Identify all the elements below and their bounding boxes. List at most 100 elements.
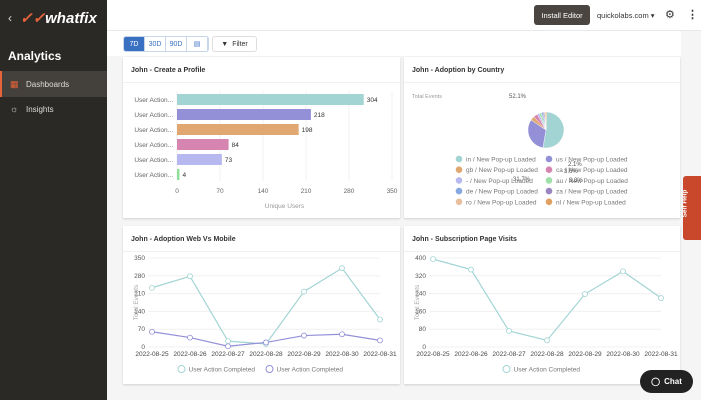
pie-data-label: 52.1% bbox=[509, 94, 527, 100]
legend-swatch bbox=[455, 187, 463, 195]
bar-value-label: 4 bbox=[182, 172, 186, 179]
data-point bbox=[506, 328, 512, 334]
date-range-selector: 7D 30D 90D ▤ bbox=[123, 36, 209, 52]
legend-label: User Action Completed bbox=[514, 367, 581, 374]
sidebar-item-label: Dashboards bbox=[26, 79, 70, 89]
back-icon[interactable]: ‹ bbox=[8, 11, 12, 25]
legend-label: us / New Pop-up Loaded bbox=[556, 157, 628, 164]
data-point bbox=[377, 316, 383, 323]
data-point bbox=[187, 273, 193, 280]
data-point bbox=[339, 331, 345, 338]
dashboard-icon: ▦ bbox=[10, 78, 19, 89]
bar bbox=[177, 124, 299, 135]
data-point bbox=[187, 334, 193, 341]
y-tick-label: 0 bbox=[422, 344, 426, 351]
legend-swatch bbox=[502, 365, 511, 373]
category-label: User Action... bbox=[134, 97, 173, 104]
range-7d[interactable]: 7D bbox=[124, 37, 145, 51]
section-title: Analytics bbox=[8, 49, 62, 63]
y-tick-label: 320 bbox=[415, 273, 426, 280]
y-tick-label: 350 bbox=[134, 255, 145, 262]
filter-label: Filter bbox=[232, 40, 248, 48]
logo-text: whatfix bbox=[45, 10, 97, 27]
self-help-label: Self Help bbox=[681, 189, 689, 218]
install-editor-button[interactable]: Install Editor bbox=[534, 5, 590, 25]
self-help-tab[interactable]: Self Help bbox=[681, 176, 701, 240]
filter-button[interactable]: ▼ Filter bbox=[212, 36, 257, 52]
bar bbox=[177, 109, 311, 120]
gear-icon[interactable]: ⚙ bbox=[665, 8, 675, 21]
legend-swatch bbox=[545, 155, 553, 163]
data-point bbox=[149, 284, 155, 291]
x-tick-label: 2022-08-28 bbox=[249, 351, 283, 358]
y-tick-label: 80 bbox=[419, 326, 427, 333]
x-tick-label: 280 bbox=[344, 188, 355, 195]
y-tick-label: 400 bbox=[415, 255, 426, 262]
legend-label: User Action Completed bbox=[189, 367, 256, 374]
legend-swatch bbox=[455, 166, 463, 173]
calendar-icon[interactable]: ▤ bbox=[187, 37, 208, 51]
category-label: User Action... bbox=[134, 142, 173, 149]
card-title: John - Subscription Page Visits bbox=[404, 226, 680, 252]
bar bbox=[177, 169, 180, 180]
category-label: User Action... bbox=[134, 157, 173, 164]
x-tick-label: 2022-08-27 bbox=[492, 351, 526, 358]
card-subscription-visits: John - Subscription Page Visits 0 80 160 240… bbox=[404, 226, 680, 384]
card-web-vs-mobile: John - Adoption Web Vs Mobile 0 70 140 210 28… bbox=[123, 226, 400, 384]
sidebar-item-label: Insights bbox=[26, 104, 54, 114]
y-tick-label: 70 bbox=[138, 326, 146, 333]
y-axis-title: Total Events bbox=[414, 284, 421, 320]
domain-dropdown[interactable]: quickolabs.com ▾ bbox=[597, 11, 655, 20]
filter-icon: ▼ bbox=[221, 40, 229, 48]
x-tick-label: 2022-08-30 bbox=[606, 351, 640, 358]
legend-swatch bbox=[455, 177, 463, 184]
x-tick-label: 70 bbox=[216, 188, 224, 195]
bar-chart: 0 70 140 210 280 350 304 User Action... 218 User … bbox=[134, 91, 398, 210]
data-point bbox=[225, 338, 231, 345]
legend-swatch bbox=[545, 177, 553, 184]
x-tick-label: 2022-08-31 bbox=[363, 351, 397, 358]
series-line bbox=[151, 267, 381, 345]
y-tick-label: 280 bbox=[134, 273, 145, 280]
range-90d[interactable]: 90D bbox=[166, 37, 187, 51]
toolbar: 7D 30D 90D ▤ ▼ Filter bbox=[107, 31, 681, 56]
more-icon[interactable]: ⋮ bbox=[687, 8, 698, 21]
legend-label: nl / New Pop-up Loaded bbox=[556, 199, 626, 206]
x-tick-label: 210 bbox=[301, 188, 312, 195]
data-point bbox=[301, 288, 307, 295]
data-point bbox=[544, 337, 550, 344]
line-chart: 0801602403204002022-08-25 2022-08-26 2022-… bbox=[414, 255, 678, 374]
legend-swatch bbox=[177, 365, 186, 373]
bar bbox=[177, 139, 229, 150]
x-tick-label: 2022-08-29 bbox=[568, 351, 602, 358]
data-point bbox=[149, 328, 155, 335]
bar bbox=[177, 154, 222, 165]
legend-label: gb / New Pop-up Loaded bbox=[466, 167, 538, 174]
y-tick-label: 0 bbox=[141, 344, 145, 351]
lightbulb-icon: ☼ bbox=[10, 104, 19, 114]
data-point bbox=[430, 256, 436, 263]
card-title: John - Adoption by Country bbox=[404, 57, 680, 83]
data-point bbox=[620, 268, 626, 275]
chat-button[interactable]: ◯ Chat bbox=[640, 370, 693, 393]
range-30d[interactable]: 30D bbox=[145, 37, 166, 51]
category-label: User Action... bbox=[134, 112, 173, 119]
sidebar: ‹ ✓✓whatfix Analytics ▦ Dashboards ☼ Insig… bbox=[0, 0, 107, 400]
legend-label: in / New Pop-up Loaded bbox=[466, 157, 536, 164]
x-axis-title: Unique Users bbox=[265, 203, 305, 210]
legend-swatch bbox=[265, 365, 274, 373]
data-point bbox=[339, 265, 345, 272]
x-tick-label: 2022-08-31 bbox=[644, 351, 678, 358]
chat-icon: ◯ bbox=[651, 377, 661, 386]
sidebar-item-dashboards[interactable]: ▦ Dashboards bbox=[0, 71, 107, 97]
data-point bbox=[658, 295, 664, 301]
data-point bbox=[377, 337, 383, 344]
sidebar-item-insights[interactable]: ☼ Insights bbox=[0, 96, 107, 122]
legend-label: ca / New Pop-up Loaded bbox=[556, 167, 628, 174]
bar-value-label: 198 bbox=[302, 127, 313, 134]
x-tick-label: 2022-08-26 bbox=[454, 351, 488, 358]
logo: ✓✓whatfix bbox=[20, 10, 97, 27]
legend-label: ro / New Pop-up Loaded bbox=[466, 199, 537, 206]
line-chart: 0701402102803502022-08-25 2022-08-26 2022-… bbox=[133, 255, 397, 374]
legend-label: au / New Pop-up Loaded bbox=[556, 178, 628, 185]
